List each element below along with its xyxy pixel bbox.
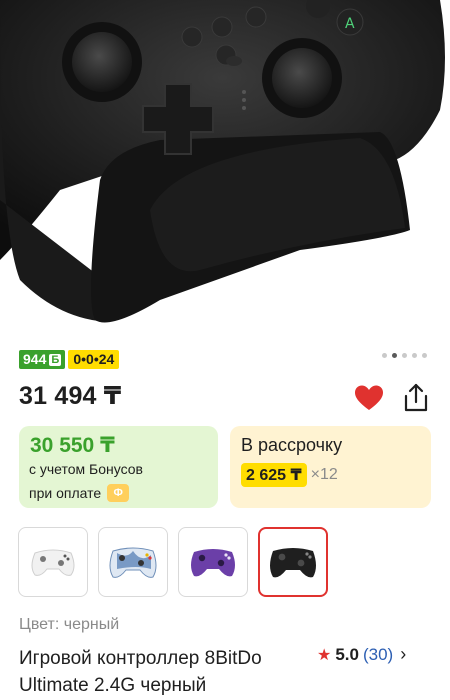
promo-badges: 944 Б 0•0•24	[19, 350, 120, 369]
bonus-payment-note: при оплате Ф	[29, 484, 130, 502]
star-icon: ★	[317, 646, 332, 664]
installment-monthly: 2 625 ₸	[241, 463, 307, 487]
selected-color-label: Цвет: черный	[19, 616, 120, 633]
gallery-dots[interactable]	[382, 353, 427, 358]
bonus-badge: 944 Б	[19, 350, 66, 369]
variant-black[interactable]	[258, 527, 328, 597]
bonus-payment-text: при оплате	[29, 485, 102, 501]
controller-photo: A	[0, 0, 445, 323]
gallery-dot[interactable]	[402, 353, 407, 358]
controller-purple-icon	[191, 549, 235, 577]
favorite-button[interactable]	[354, 384, 384, 412]
share-button[interactable]	[402, 383, 430, 413]
review-count: (30)	[362, 644, 394, 664]
color-variants	[18, 527, 328, 597]
bonus-price: 30 550 ₸	[30, 434, 115, 457]
share-icon	[404, 383, 428, 412]
rating-link[interactable]: ★ 5.0 (30) ›	[317, 644, 406, 665]
product-price: 31 494 ₸	[19, 382, 122, 410]
installment-title: В рассрочку	[241, 435, 343, 455]
rating-score: 5.0	[335, 644, 359, 664]
variant-purple[interactable]	[178, 527, 248, 597]
controller-black-icon	[270, 548, 316, 578]
svg-text:A: A	[345, 16, 355, 32]
product-title: Игровой контроллер 8BitDo Ultimate 2.4G …	[19, 648, 262, 696]
controller-white-icon	[31, 549, 75, 576]
installment-card[interactable]: В рассрочку 2 625 ₸ ×12	[230, 426, 431, 508]
installment-badge: 0•0•24	[68, 350, 120, 369]
chevron-right-icon: ›	[400, 644, 407, 664]
gallery-dot-active[interactable]	[392, 353, 397, 358]
variant-white[interactable]	[18, 527, 88, 597]
controller-blue-icon	[109, 547, 157, 578]
variant-blue-white[interactable]	[98, 527, 168, 597]
bonus-icon: Б	[49, 353, 62, 366]
heart-icon	[355, 385, 383, 410]
gallery-dot[interactable]	[412, 353, 417, 358]
product-image[interactable]: A	[0, 0, 450, 338]
gallery-dot[interactable]	[382, 353, 387, 358]
gallery-dot[interactable]	[422, 353, 427, 358]
bonus-note: с учетом Бонусов	[29, 461, 143, 477]
payment-icon: Ф	[107, 484, 130, 502]
installment-row: 2 625 ₸ ×12	[241, 463, 338, 487]
bonus-price-card[interactable]: 30 550 ₸ с учетом Бонусов при оплате Ф	[19, 426, 218, 508]
installment-months: ×12	[310, 466, 338, 483]
bonus-badge-value: 944	[23, 351, 47, 367]
